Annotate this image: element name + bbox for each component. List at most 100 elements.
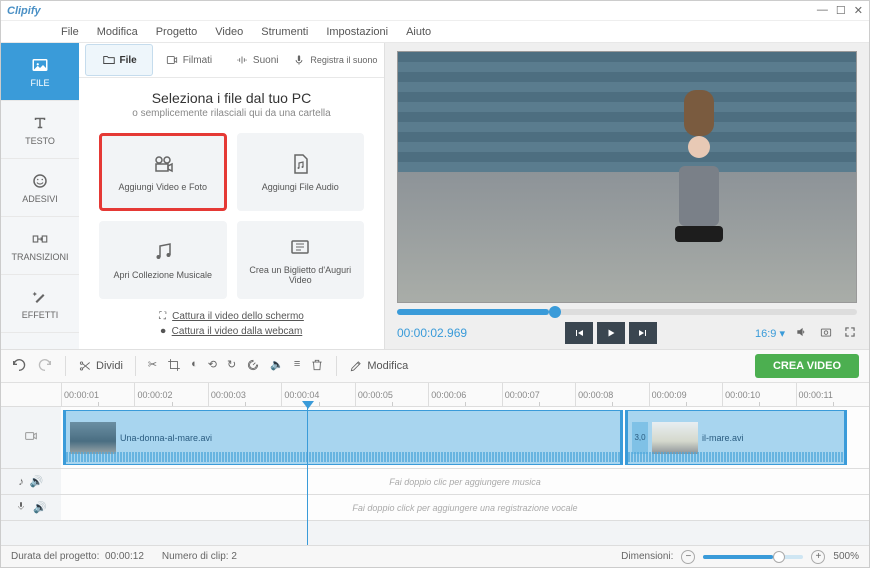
sidebar-label: TESTO: [25, 136, 55, 146]
file-heading: Seleziona i file dal tuo PC: [152, 90, 312, 106]
preview-area: 00:00:02.969 16:9 ▾: [385, 43, 869, 349]
file-tab-filmati[interactable]: Filmati: [155, 44, 221, 76]
tile-label: Apri Collezione Musicale: [113, 270, 212, 280]
prev-button[interactable]: [565, 322, 593, 344]
clip-1[interactable]: Una-donna-al-mare.avi: [63, 410, 623, 465]
sticker-icon: [31, 172, 49, 190]
card-icon: [288, 235, 312, 259]
modify-button[interactable]: Modifica: [349, 359, 408, 373]
tile-add-audio[interactable]: Aggiungi File Audio: [237, 133, 365, 211]
camera-reel-icon: [151, 152, 175, 176]
ruler-tick: 00:00:04: [281, 383, 354, 406]
menu-modifica[interactable]: Modifica: [97, 26, 138, 38]
tile-label: Aggiungi Video e Foto: [119, 182, 207, 192]
tab-label: Filmati: [183, 55, 212, 66]
audio-file-icon: [288, 152, 312, 176]
folder-icon: [102, 53, 116, 67]
file-tab-suoni[interactable]: Suoni: [224, 44, 290, 76]
modify-label: Modifica: [367, 360, 408, 372]
snapshot-icon[interactable]: [819, 325, 833, 342]
transition-badge: 3,0: [632, 422, 648, 454]
color-icon[interactable]: ◐: [191, 358, 198, 375]
timeline: 00:00:01 00:00:02 00:00:03 00:00:04 00:0…: [1, 383, 869, 545]
voice-track-body[interactable]: Fai doppio click per aggiungere una regi…: [61, 495, 869, 520]
webcam-capture-icon: ⏺: [161, 326, 166, 337]
image-icon: [31, 56, 49, 74]
minimize-button[interactable]: —: [817, 4, 828, 17]
tab-label: Registra il suono: [310, 56, 377, 65]
split-label: Dividi: [96, 360, 123, 372]
sidebar-item-effetti[interactable]: EFFETTI: [1, 275, 79, 333]
aspect-ratio-selector[interactable]: 16:9 ▾: [755, 327, 785, 340]
menu-impostazioni[interactable]: Impostazioni: [326, 26, 388, 38]
voice-track: 🔊 Fai doppio click per aggiungere una re…: [1, 495, 869, 521]
tile-add-video-photo[interactable]: Aggiungi Video e Foto: [99, 133, 227, 211]
capture-screen-link[interactable]: Cattura il video dello schermo: [172, 311, 304, 322]
empty-voice-hint: Fai doppio click per aggiungere una regi…: [61, 495, 869, 520]
sidebar-item-transizioni[interactable]: TRANSIZIONI: [1, 217, 79, 275]
tile-music-collection[interactable]: Apri Collezione Musicale: [99, 221, 227, 299]
timeline-ruler[interactable]: 00:00:01 00:00:02 00:00:03 00:00:04 00:0…: [1, 383, 869, 407]
rotate-icon[interactable]: ↻: [227, 358, 236, 375]
menu-progetto[interactable]: Progetto: [156, 26, 198, 38]
menu-file[interactable]: File: [61, 26, 79, 38]
volume-icon[interactable]: [795, 325, 809, 342]
clips-count-label: Numero di clip: 2: [162, 551, 237, 562]
fullscreen-icon[interactable]: [843, 325, 857, 342]
cut-icon[interactable]: ✂: [148, 358, 157, 375]
sidebar-label: ADESIVI: [22, 194, 58, 204]
tile-label: Crea un Biglietto d'Auguri Video: [241, 265, 361, 285]
ruler-tick: 00:00:01: [61, 383, 134, 406]
crop-icon[interactable]: [167, 358, 181, 375]
preview-progress[interactable]: [397, 309, 857, 315]
text-icon: [31, 114, 49, 132]
speed-icon[interactable]: [246, 358, 260, 375]
ruler-tick: 00:00:05: [355, 383, 428, 406]
create-video-button[interactable]: CREA VIDEO: [755, 354, 859, 378]
sidebar-item-testo[interactable]: TESTO: [1, 101, 79, 159]
ruler-tick: 00:00:09: [649, 383, 722, 406]
sidebar: FILE TESTO ADESIVI TRANSIZIONI EFFETTI: [1, 43, 79, 349]
close-button[interactable]: ✕: [854, 4, 863, 17]
ruler-tick: 00:00:06: [428, 383, 501, 406]
zoom-out-button[interactable]: −: [681, 550, 695, 564]
sidebar-item-file[interactable]: FILE: [1, 43, 79, 101]
zoom-in-button[interactable]: +: [811, 550, 825, 564]
next-button[interactable]: [629, 322, 657, 344]
ripple-icon[interactable]: ⟲: [208, 358, 217, 375]
music-track: ♪ 🔊 Fai doppio clic per aggiungere music…: [1, 469, 869, 495]
menu-strumenti[interactable]: Strumenti: [261, 26, 308, 38]
video-track: Una-donna-al-mare.avi 3,0 il-mare.avi: [1, 407, 869, 469]
ruler-tick: 00:00:02: [134, 383, 207, 406]
stabilize-icon[interactable]: ≡: [294, 358, 300, 375]
sidebar-label: TRANSIZIONI: [11, 252, 68, 262]
file-tab-registra[interactable]: Registra il suono: [292, 44, 378, 76]
play-button[interactable]: [597, 322, 625, 344]
zoom-value: 500%: [833, 551, 859, 562]
menu-aiuto[interactable]: Aiuto: [406, 26, 431, 38]
mute-voice-button[interactable]: 🔊: [33, 501, 47, 514]
tile-greeting-card[interactable]: Crea un Biglietto d'Auguri Video: [237, 221, 365, 299]
capture-webcam-link[interactable]: Cattura il video dalla webcam: [172, 326, 303, 337]
delete-icon[interactable]: [310, 358, 324, 375]
music-track-body[interactable]: Fai doppio clic per aggiungere musica: [61, 469, 869, 494]
undo-button[interactable]: [11, 357, 27, 376]
volume-icon[interactable]: 🔈: [270, 358, 284, 375]
zoom-slider[interactable]: [703, 555, 803, 559]
music-track-icon: ♪: [18, 476, 24, 488]
menu-bar: File Modifica Progetto Video Strumenti I…: [1, 21, 869, 43]
clip-2[interactable]: 3,0 il-mare.avi: [625, 410, 847, 465]
maximize-button[interactable]: ☐: [836, 4, 846, 17]
transitions-icon: [31, 230, 49, 248]
redo-button[interactable]: [37, 357, 53, 376]
ruler-tick: 00:00:10: [722, 383, 795, 406]
menu-video[interactable]: Video: [215, 26, 243, 38]
video-track-body[interactable]: Una-donna-al-mare.avi 3,0 il-mare.avi: [61, 407, 869, 468]
pencil-icon: [349, 359, 363, 373]
mute-music-button[interactable]: 🔊: [30, 475, 44, 488]
split-button[interactable]: Dividi: [78, 359, 123, 373]
preview-time: 00:00:02.969: [397, 326, 467, 340]
sidebar-item-adesivi[interactable]: ADESIVI: [1, 159, 79, 217]
preview-canvas[interactable]: [397, 51, 857, 303]
file-tab-file[interactable]: File: [85, 44, 153, 76]
